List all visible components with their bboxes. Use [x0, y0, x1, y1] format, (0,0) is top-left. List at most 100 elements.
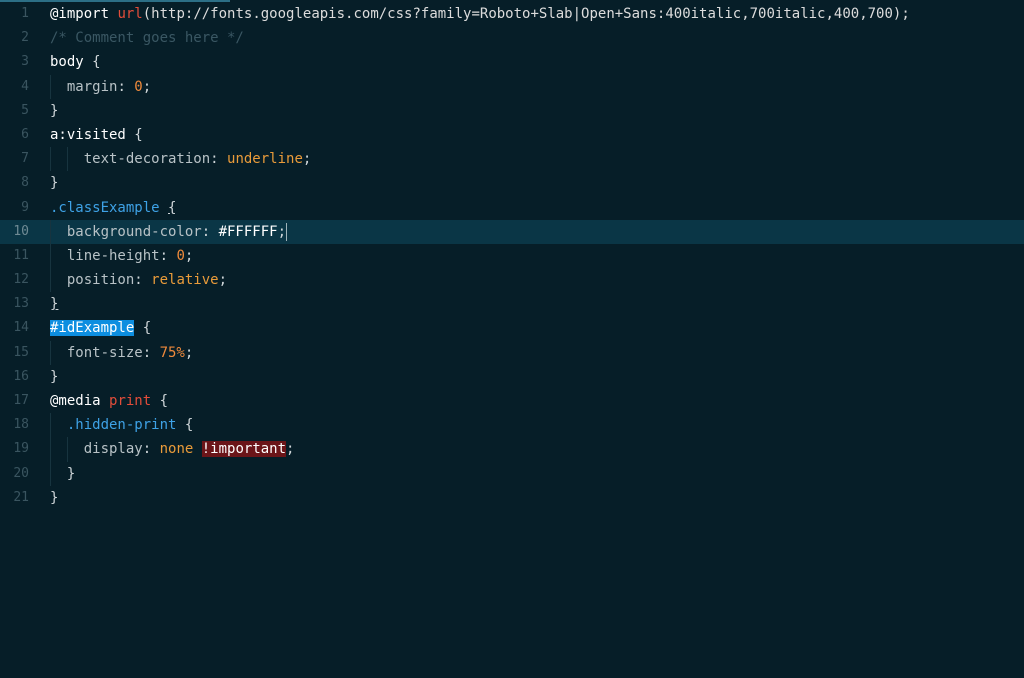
line-number: 5 [21, 102, 29, 118]
line-content[interactable]: } [50, 292, 58, 316]
code-token: underline [227, 151, 303, 168]
code-token: : [142, 441, 160, 458]
code-token: { [151, 393, 169, 409]
code-token: font-size [66, 344, 143, 361]
line-number: 16 [13, 368, 29, 384]
code-token: line-height [66, 247, 160, 264]
line-number: 10 [13, 223, 29, 239]
code-token: } [50, 102, 59, 119]
code-token: ; [218, 272, 228, 289]
line-number: 3 [21, 54, 29, 70]
line-content[interactable]: background-color: #FFFFFF; [50, 219, 288, 244]
code-token: ; [142, 78, 152, 95]
indent-guide [66, 147, 68, 172]
line-content[interactable]: margin: 0; [50, 74, 152, 99]
line-content[interactable]: @import url(http://fonts.googleapis.com/… [50, 2, 910, 26]
code-line[interactable]: 19 display: none !important; [0, 437, 1024, 462]
code-line[interactable]: 4 margin: 0; [0, 74, 1024, 99]
indent-guide [50, 461, 51, 486]
code-token: ; [184, 344, 194, 361]
code-line[interactable]: 7 text-decoration: underline; [0, 147, 1024, 172]
code-line[interactable]: 15 font-size: 75%; [0, 340, 1024, 365]
code-area[interactable]: 1 @import url(http://fonts.googleapis.com… [0, 2, 1024, 510]
line-content[interactable]: } [50, 99, 58, 123]
indent-guide [50, 219, 51, 244]
code-line[interactable]: 21} [0, 486, 1024, 510]
code-line[interactable]: 18 .hidden-print { [0, 413, 1024, 438]
code-line[interactable]: 20 } [0, 461, 1024, 486]
code-line[interactable]: 2 /* Comment goes here */ [0, 26, 1024, 50]
code-token: } [50, 296, 59, 313]
line-number: 18 [13, 417, 29, 433]
indent-guide [50, 413, 51, 438]
code-token: } [50, 368, 59, 385]
indent-guide [50, 340, 51, 365]
line-content[interactable]: position: relative; [50, 268, 228, 293]
line-number: 11 [13, 247, 29, 263]
indent-guide [50, 147, 51, 172]
line-number: 13 [13, 296, 29, 312]
code-line[interactable]: 3 body { [0, 50, 1024, 74]
code-token: !important [201, 441, 287, 458]
code-token: 0 [134, 78, 143, 95]
line-content[interactable]: @media print { [50, 389, 168, 413]
code-line[interactable]: 11 line-height: 0; [0, 243, 1024, 269]
line-number: 21 [13, 489, 29, 505]
line-content[interactable]: } [50, 365, 58, 389]
code-line[interactable]: 8} [0, 171, 1024, 195]
code-line[interactable]: 6 a:visited { [0, 123, 1024, 147]
code-token: ; [184, 247, 194, 264]
code-line[interactable]: 17 @media print { [0, 389, 1024, 413]
line-content[interactable]: font-size: 75%; [50, 340, 194, 365]
line-content[interactable]: } [50, 486, 58, 510]
code-token: a:visited [50, 126, 126, 143]
line-number: 19 [13, 441, 29, 457]
line-content[interactable]: text-decoration: underline; [50, 147, 312, 172]
code-token: .classExample [50, 199, 160, 216]
line-content[interactable]: } [50, 461, 75, 486]
code-line[interactable]: 5} [0, 99, 1024, 123]
indent-guide [66, 437, 68, 462]
code-token: #FFFFFF [218, 223, 278, 240]
code-token: ; [277, 223, 287, 240]
code-line[interactable]: 13} [0, 292, 1024, 316]
code-token: body [50, 54, 84, 71]
code-line[interactable]: 9 .classExample { [0, 196, 1024, 220]
line-content[interactable]: a:visited { [50, 123, 143, 147]
code-token: } [50, 175, 59, 192]
line-content[interactable]: .classExample { [50, 196, 176, 220]
code-editor[interactable]: 1 @import url(http://fonts.googleapis.com… [0, 0, 1024, 678]
code-line[interactable]: 14 #idExample { [0, 316, 1024, 340]
code-token: { [134, 320, 152, 337]
code-token: : [201, 223, 219, 240]
line-content[interactable]: line-height: 0; [50, 243, 194, 269]
code-line[interactable]: 12 position: relative; [0, 268, 1024, 293]
code-token: 0 [176, 247, 185, 264]
code-token: : [142, 344, 160, 361]
line-number: 17 [13, 393, 29, 408]
code-token: : [210, 151, 228, 168]
code-token: (http://fonts.googleapis.com/css?family=… [142, 6, 910, 22]
line-content[interactable]: } [50, 171, 58, 195]
indent-guide [50, 268, 51, 293]
code-token: { [176, 417, 194, 434]
code-token: print [109, 393, 152, 409]
line-number: 12 [13, 272, 29, 288]
code-token: display [83, 441, 143, 458]
line-content[interactable]: /* Comment goes here */ [50, 26, 244, 50]
line-content[interactable]: .hidden-print { [50, 413, 194, 438]
code-token: { [83, 54, 101, 71]
line-content[interactable]: display: none !important; [50, 437, 294, 462]
line-content[interactable]: body { [50, 50, 101, 74]
code-token: ; [302, 151, 312, 168]
line-content[interactable]: #idExample { [50, 316, 151, 340]
code-line[interactable]: 16} [0, 365, 1024, 389]
code-line[interactable]: 1 @import url(http://fonts.googleapis.com… [0, 2, 1024, 26]
code-line[interactable]: 10 background-color: #FFFFFF; [0, 219, 1024, 244]
line-number: 6 [21, 126, 29, 142]
